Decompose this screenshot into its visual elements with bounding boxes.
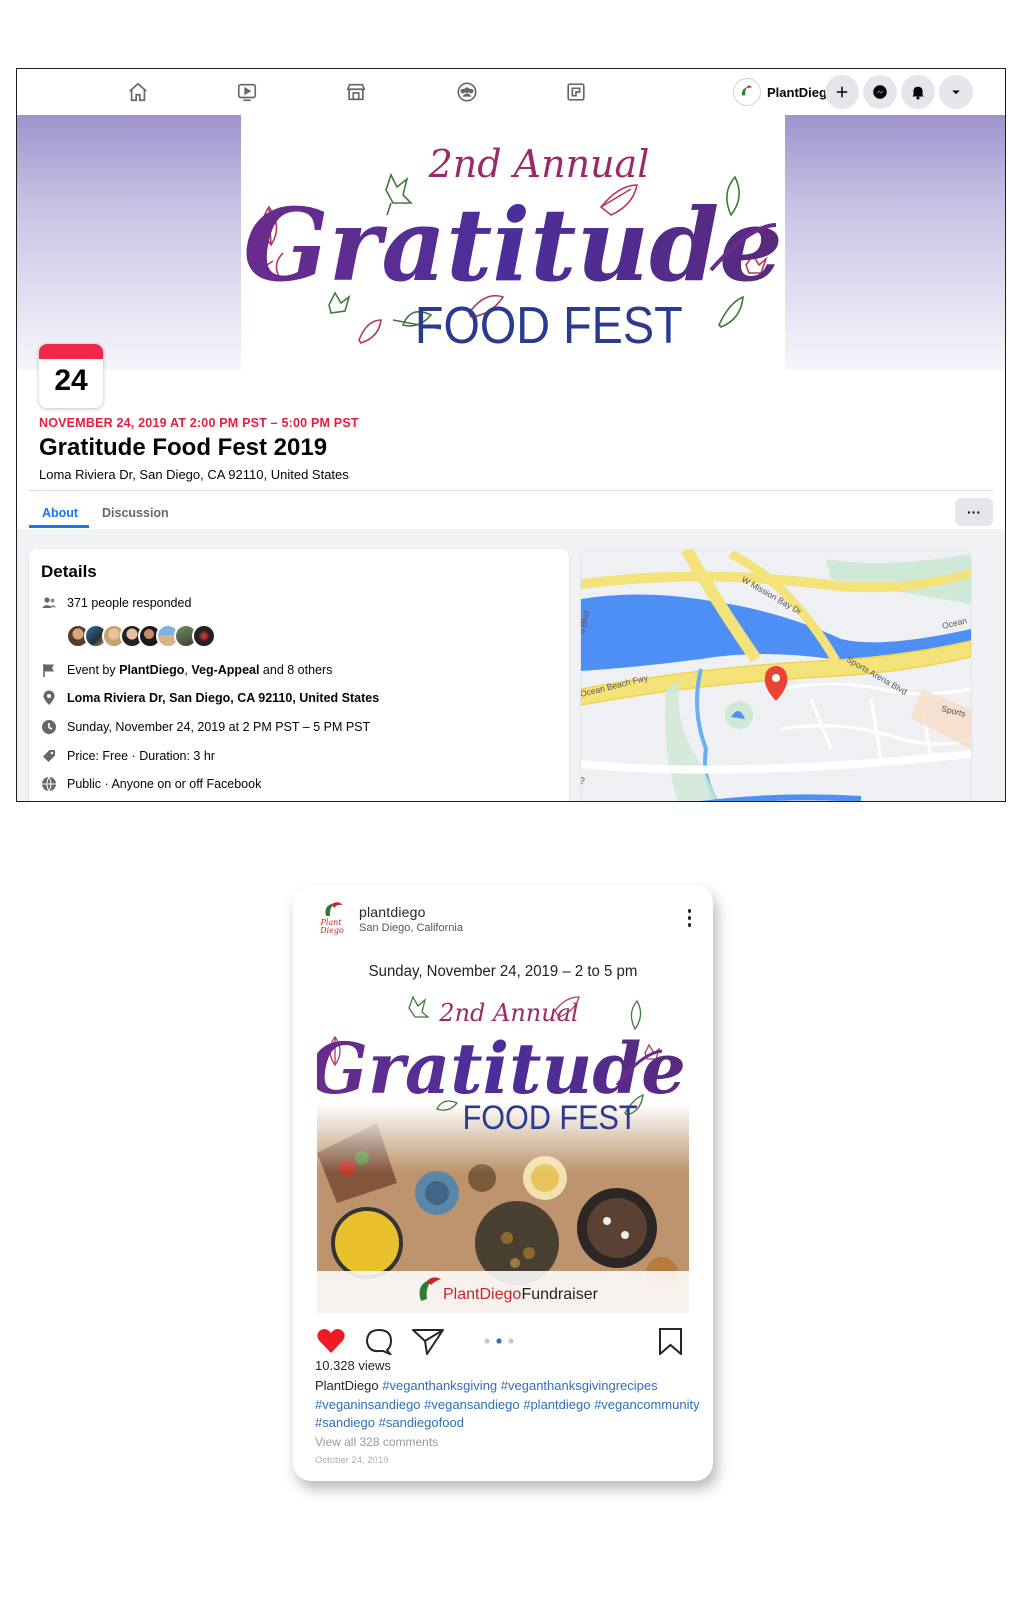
location-pin-icon bbox=[41, 690, 57, 706]
caret-down-icon[interactable] bbox=[939, 75, 973, 109]
groups-icon[interactable] bbox=[454, 79, 480, 105]
datetime-text: Sunday, November 24, 2019 at 2 PM PST – … bbox=[67, 720, 371, 734]
event-cover-image: 2nd Annual Gratitude FOOD FEST bbox=[241, 115, 785, 370]
clock-icon bbox=[41, 719, 57, 735]
hashtag-link[interactable]: #plantdiego bbox=[523, 1397, 590, 1412]
tab-about[interactable]: About bbox=[42, 506, 78, 520]
attendee-avatars[interactable] bbox=[66, 624, 216, 648]
post-caption: PlantDiego #veganthanksgiving #veganthan… bbox=[315, 1377, 705, 1433]
post-food-fest: FOOD FEST bbox=[463, 1099, 638, 1137]
fundraiser-label: Fundraiser bbox=[517, 1286, 599, 1303]
privacy-text: Public · Anyone on or off Facebook bbox=[67, 777, 262, 791]
hashtag-link[interactable]: #sandiegofood bbox=[379, 1415, 464, 1430]
hashtag-link[interactable]: #vegancommunity bbox=[594, 1397, 700, 1412]
instagram-post-card: Plant Diego plantdiego San Diego, Califo… bbox=[293, 885, 713, 1481]
attendee-avatar[interactable] bbox=[192, 624, 216, 648]
cover-background: 2nd Annual Gratitude FOOD FEST bbox=[17, 115, 1005, 370]
address-row[interactable]: Loma Riviera Dr, San Diego, CA 92110, Un… bbox=[41, 690, 379, 706]
messenger-icon[interactable] bbox=[863, 75, 897, 109]
hashtag-link[interactable]: #sandiego bbox=[315, 1415, 375, 1430]
event-title: Gratitude Food Fest 2019 bbox=[39, 434, 328, 461]
marketplace-icon[interactable] bbox=[343, 79, 369, 105]
price-text: Price: Free · Duration: 3 hr bbox=[67, 749, 215, 763]
calendar-badge: 24 bbox=[39, 344, 103, 408]
view-comments-link[interactable]: View all 328 comments bbox=[315, 1435, 438, 1449]
responded-count: 371 people responded bbox=[67, 596, 192, 610]
gaming-icon[interactable] bbox=[563, 79, 589, 105]
hashtag-link[interactable]: #veganthanksgiving bbox=[382, 1378, 497, 1393]
hashtag-link[interactable]: #vegansandiego bbox=[424, 1397, 519, 1412]
post-location[interactable]: San Diego, California bbox=[359, 922, 463, 934]
logo-text-diego: Diego bbox=[319, 926, 344, 935]
tag-icon bbox=[41, 748, 57, 764]
address-text: Loma Riviera Dr, San Diego, CA 92110, Un… bbox=[67, 691, 380, 705]
price-row: Price: Free · Duration: 3 hr bbox=[41, 748, 215, 764]
views-count[interactable]: 10.328 views bbox=[315, 1358, 391, 1373]
post-image[interactable]: Sunday, November 24, 2019 – 2 to 5 pm 2n… bbox=[308, 953, 689, 1313]
avatar bbox=[733, 78, 761, 106]
username[interactable]: plantdiego bbox=[359, 904, 426, 920]
bell-icon[interactable] bbox=[901, 75, 935, 109]
event-date: NOVEMBER 24, 2019 AT 2:00 PM PST – 5:00 … bbox=[39, 416, 359, 430]
people-icon bbox=[41, 595, 57, 611]
plantdiego-logo[interactable]: Plant Diego bbox=[317, 900, 351, 936]
carousel-dots bbox=[484, 1338, 514, 1344]
flag-icon bbox=[41, 662, 57, 678]
divider bbox=[29, 490, 993, 491]
facebook-event-window: PlantDiego 2nd Annual Gratitude FOOD FES… bbox=[16, 68, 1006, 802]
cover-food-fest: FOOD FEST bbox=[415, 297, 683, 355]
tab-discussion[interactable]: Discussion bbox=[102, 506, 169, 520]
comment-icon[interactable] bbox=[365, 1328, 394, 1357]
host-link-plantdiego[interactable]: PlantDiego bbox=[119, 663, 184, 677]
host-link-veg-appeal[interactable]: Veg-Appeal bbox=[191, 663, 259, 677]
top-navigation-bar: PlantDiego bbox=[17, 69, 1005, 116]
hashtag-link[interactable]: #veganinsandiego bbox=[315, 1397, 421, 1412]
fundraiser-brand: PlantDiego bbox=[443, 1286, 521, 1303]
more-options-button[interactable]: ··· bbox=[955, 498, 993, 526]
event-by-suffix: and 8 others bbox=[259, 663, 333, 677]
post-date: October 24, 2019 bbox=[315, 1455, 389, 1466]
event-location[interactable]: Loma Riviera Dr, San Diego, CA 92110, Un… bbox=[39, 467, 349, 482]
details-card: Details 371 people responded Event by Pl… bbox=[29, 549, 569, 801]
action-bar bbox=[317, 1327, 689, 1357]
cover-subtitle: 2nd Annual bbox=[428, 142, 650, 186]
post-subtitle: 2nd Annual bbox=[438, 999, 578, 1027]
globe-icon bbox=[41, 776, 57, 792]
event-map[interactable]: W Mission Bay Dr Sports Arena Blvd Ocean… bbox=[581, 549, 971, 801]
calendar-day: 24 bbox=[54, 364, 88, 397]
details-heading: Details bbox=[41, 562, 97, 581]
active-tab-indicator bbox=[29, 525, 89, 528]
privacy-row: Public · Anyone on or off Facebook bbox=[41, 776, 261, 792]
profile-chip[interactable]: PlantDiego bbox=[733, 77, 835, 107]
plus-icon[interactable] bbox=[825, 75, 859, 109]
hashtag-link[interactable]: #veganthanksgivingrecipes bbox=[501, 1378, 658, 1393]
event-by-row: Event by PlantDiego, Veg-Appeal and 8 ot… bbox=[41, 662, 332, 678]
watch-icon[interactable] bbox=[234, 79, 260, 105]
bookmark-icon[interactable] bbox=[659, 1328, 682, 1357]
event-by-prefix: Event by bbox=[67, 663, 120, 677]
heart-icon[interactable] bbox=[317, 1328, 345, 1353]
event-header: 24 NOVEMBER 24, 2019 AT 2:00 PM PST – 5:… bbox=[17, 344, 1005, 529]
responded-row[interactable]: 371 people responded bbox=[41, 595, 191, 611]
datetime-row: Sunday, November 24, 2019 at 2 PM PST – … bbox=[41, 719, 370, 735]
home-icon[interactable] bbox=[125, 79, 151, 105]
caption-username[interactable]: PlantDiego bbox=[315, 1378, 379, 1393]
host-separator: , bbox=[184, 663, 192, 677]
share-icon[interactable] bbox=[412, 1329, 444, 1355]
post-date-line: Sunday, November 24, 2019 – 2 to 5 pm bbox=[369, 963, 638, 980]
more-options-icon[interactable] bbox=[687, 909, 691, 930]
cover-title: Gratitude bbox=[243, 186, 783, 304]
